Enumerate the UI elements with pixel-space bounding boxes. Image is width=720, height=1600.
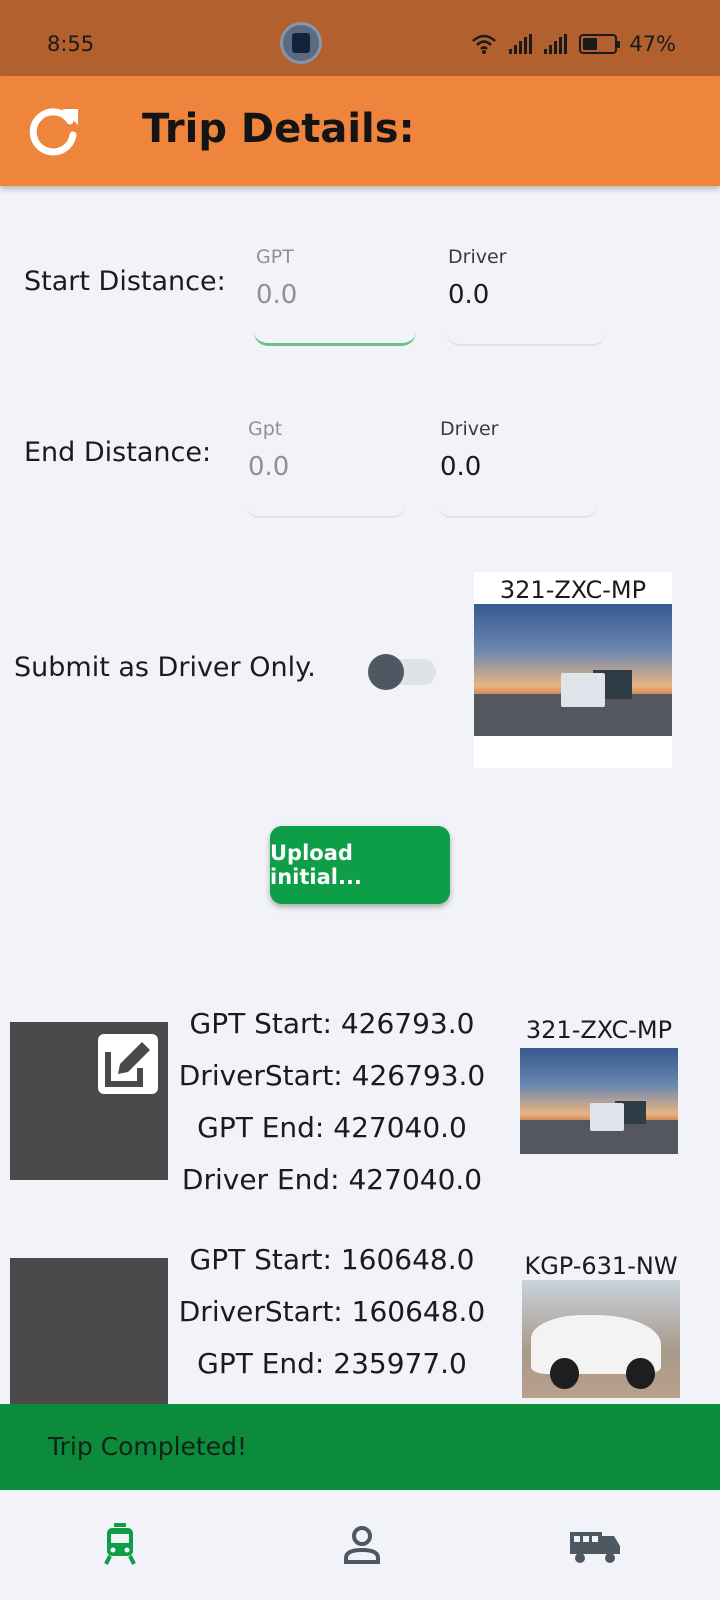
trip-line: DriverStart: 160648.0 xyxy=(178,1295,486,1328)
trip-line: DriverStart: 426793.0 xyxy=(178,1059,486,1092)
driver-only-label: Submit as Driver Only. xyxy=(14,652,316,683)
status-indicators: 47% xyxy=(471,32,676,56)
end-distance-label: End Distance: xyxy=(24,437,212,468)
end-driver-value: 0.0 xyxy=(440,452,482,482)
refresh-icon[interactable] xyxy=(26,103,82,159)
signal-icon-2 xyxy=(544,34,568,54)
snackbar-message: Trip Completed! xyxy=(48,1432,248,1461)
trip-line: GPT End: 427040.0 xyxy=(197,1111,467,1144)
page-title: Trip Details: xyxy=(142,106,415,152)
battery-icon xyxy=(579,34,621,54)
trip-details-1: GPT Start: 426793.0 DriverStart: 426793.… xyxy=(172,998,492,1206)
trip-line: GPT Start: 426793.0 xyxy=(189,1007,475,1040)
end-driver-field[interactable]: Driver 0.0 xyxy=(438,418,598,518)
start-gpt-value: 0.0 xyxy=(256,280,298,310)
start-driver-value: 0.0 xyxy=(448,280,490,310)
app-notification-icon xyxy=(280,22,322,64)
status-time: 8:55 xyxy=(47,32,95,56)
trip-line: GPT Start: 160648.0 xyxy=(189,1243,475,1276)
trip-plate: KGP-631-NW xyxy=(524,1252,678,1280)
start-gpt-field[interactable]: GPT 0.0 xyxy=(254,246,416,346)
edit-icon xyxy=(105,1042,150,1087)
end-gpt-label: Gpt xyxy=(248,418,283,440)
train-icon[interactable] xyxy=(96,1520,144,1568)
signal-icon xyxy=(509,34,533,54)
snackbar: Trip Completed! xyxy=(0,1404,720,1490)
start-gpt-underline xyxy=(254,332,416,346)
truck-photo xyxy=(474,604,672,736)
end-driver-underline xyxy=(438,504,598,518)
battery-percent: 47% xyxy=(629,32,676,56)
start-driver-field[interactable]: Driver 0.0 xyxy=(446,246,606,346)
trip-line: GPT End: 235977.0 xyxy=(197,1347,467,1380)
app-bar: Trip Details: xyxy=(0,76,720,186)
end-driver-label: Driver xyxy=(440,418,499,440)
trip-thumbnail xyxy=(10,1022,168,1180)
truck-photo xyxy=(520,1048,678,1154)
vehicle-plate: 321-ZXC-MP xyxy=(499,576,647,604)
end-gpt-field[interactable]: Gpt 0.0 xyxy=(246,418,406,518)
end-gpt-underline xyxy=(246,504,406,518)
truck-icon[interactable] xyxy=(566,1520,624,1568)
person-icon[interactable] xyxy=(338,1520,386,1568)
start-driver-label: Driver xyxy=(448,246,507,268)
wifi-icon xyxy=(472,34,497,54)
edit-button[interactable] xyxy=(98,1034,158,1094)
end-gpt-value: 0.0 xyxy=(248,452,290,482)
trip-line: Driver End: 427040.0 xyxy=(181,1163,483,1196)
car-photo xyxy=(522,1280,680,1398)
start-driver-underline xyxy=(446,332,606,346)
toggle-thumb xyxy=(368,654,404,690)
status-bar: 8:55 47% xyxy=(0,0,720,76)
trip-thumbnail xyxy=(10,1258,168,1404)
trip-details-2: GPT Start: 160648.0 DriverStart: 160648.… xyxy=(172,1234,492,1390)
driver-only-toggle[interactable] xyxy=(368,654,438,690)
upload-initial-button[interactable]: Upload initial... xyxy=(270,826,450,904)
trip-plate: 321-ZXC-MP xyxy=(525,1016,673,1044)
start-gpt-label: GPT xyxy=(256,246,294,268)
start-distance-label: Start Distance: xyxy=(24,266,226,297)
bottom-nav xyxy=(0,1490,720,1600)
vehicle-card[interactable]: 321-ZXC-MP xyxy=(474,572,672,768)
